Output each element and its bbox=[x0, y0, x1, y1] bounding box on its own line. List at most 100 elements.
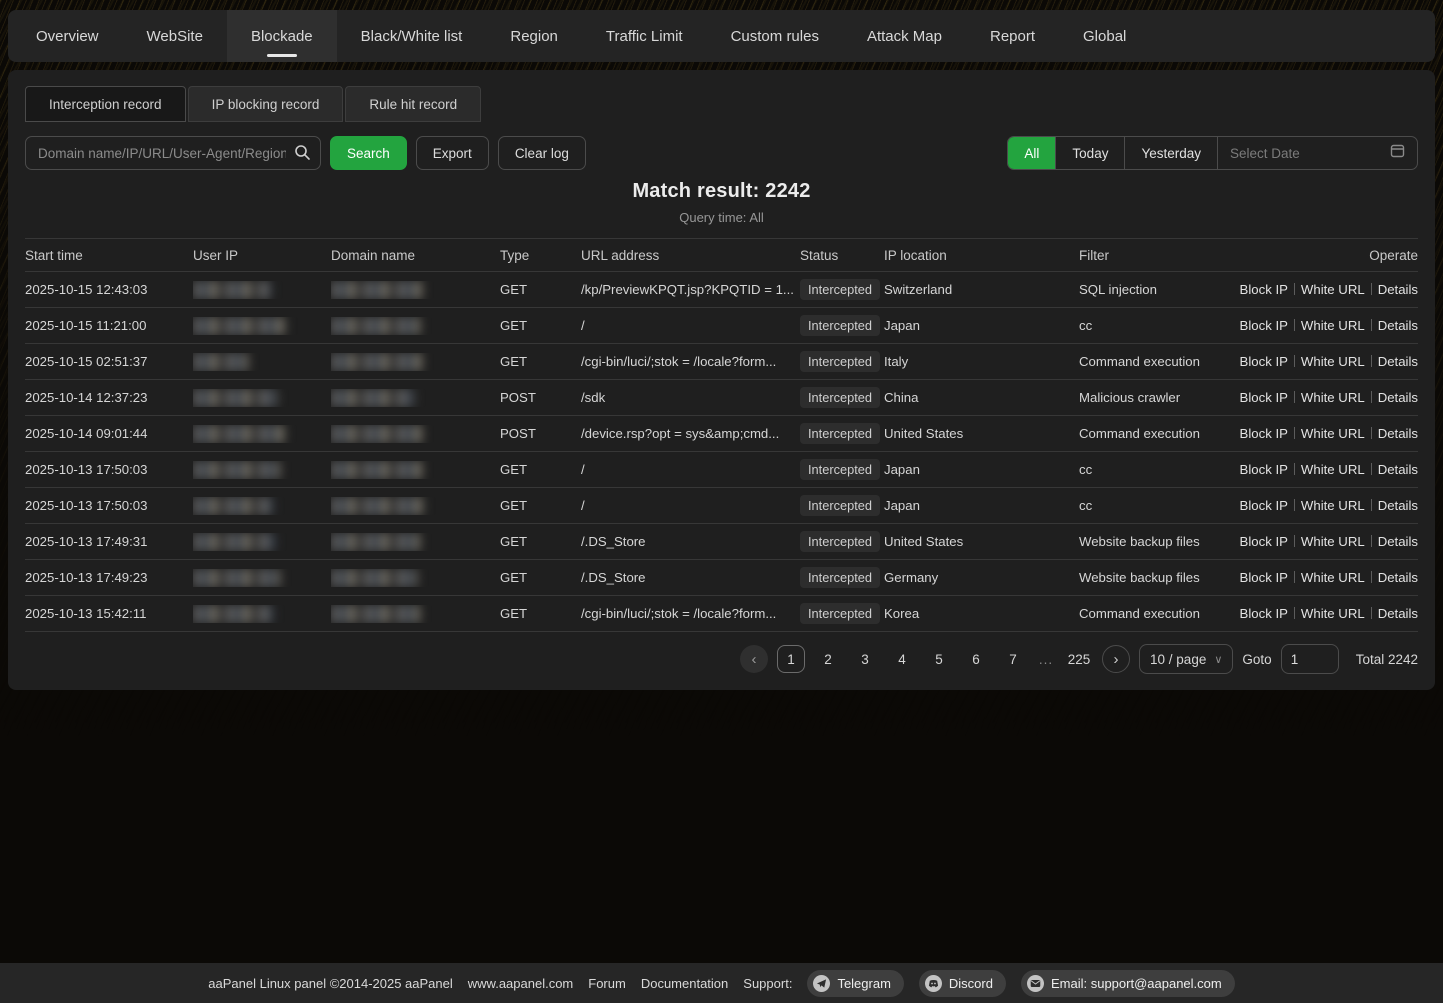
subtab-ip-blocking-record[interactable]: IP blocking record bbox=[188, 86, 344, 122]
block-ip-link[interactable]: Block IP bbox=[1240, 462, 1288, 477]
page-number-1[interactable]: 1 bbox=[777, 645, 805, 673]
cell-url-address: /device.rsp?opt = sys&amp;cmd... bbox=[581, 426, 800, 441]
cell-user-ip bbox=[193, 389, 331, 407]
nav-tab-black-white-list[interactable]: Black/White list bbox=[337, 10, 487, 62]
search-button[interactable]: Search bbox=[330, 136, 407, 170]
white-url-link[interactable]: White URL bbox=[1301, 390, 1365, 405]
cell-ip-location: China bbox=[884, 390, 1079, 405]
support-pill-telegram[interactable]: Telegram bbox=[807, 970, 903, 997]
page-number-4[interactable]: 4 bbox=[888, 645, 916, 673]
cell-start-time: 2025-10-13 17:49:23 bbox=[25, 570, 193, 585]
nav-tab-global[interactable]: Global bbox=[1059, 10, 1150, 62]
redacted-user-ip bbox=[193, 281, 271, 299]
query-time: Query time: All bbox=[25, 210, 1418, 225]
redacted-domain-name bbox=[331, 353, 422, 371]
block-ip-link[interactable]: Block IP bbox=[1240, 606, 1288, 621]
date-filter-group: All Today Yesterday Select Date bbox=[1007, 136, 1418, 170]
cell-user-ip bbox=[193, 569, 331, 587]
cell-filter: Command execution bbox=[1079, 426, 1234, 441]
details-link[interactable]: Details bbox=[1378, 498, 1418, 513]
details-link[interactable]: Details bbox=[1378, 606, 1418, 621]
block-ip-link[interactable]: Block IP bbox=[1240, 354, 1288, 369]
white-url-link[interactable]: White URL bbox=[1301, 534, 1365, 549]
export-button[interactable]: Export bbox=[416, 136, 489, 170]
white-url-link[interactable]: White URL bbox=[1301, 606, 1365, 621]
block-ip-link[interactable]: Block IP bbox=[1240, 318, 1288, 333]
footer-link-documentation[interactable]: Documentation bbox=[641, 976, 728, 991]
search-wrap bbox=[25, 136, 321, 170]
date-picker[interactable]: Select Date bbox=[1217, 137, 1417, 169]
cell-ip-location: United States bbox=[884, 426, 1079, 441]
redacted-domain-name bbox=[331, 317, 420, 335]
page-number-6[interactable]: 6 bbox=[962, 645, 990, 673]
cell-url-address: / bbox=[581, 318, 800, 333]
goto-page-input[interactable] bbox=[1281, 644, 1339, 674]
details-link[interactable]: Details bbox=[1378, 426, 1418, 441]
cell-filter: Website backup files bbox=[1079, 570, 1234, 585]
date-filter-all[interactable]: All bbox=[1008, 137, 1055, 169]
cell-domain-name bbox=[331, 497, 500, 515]
page-ellipsis[interactable]: ... bbox=[1036, 652, 1056, 667]
footer-link-forum[interactable]: Forum bbox=[588, 976, 626, 991]
white-url-link[interactable]: White URL bbox=[1301, 462, 1365, 477]
white-url-link[interactable]: White URL bbox=[1301, 282, 1365, 297]
nav-tab-blockade[interactable]: Blockade bbox=[227, 10, 337, 62]
nav-tab-overview[interactable]: Overview bbox=[12, 10, 123, 62]
redacted-domain-name bbox=[331, 281, 422, 299]
date-filter-yesterday[interactable]: Yesterday bbox=[1124, 137, 1217, 169]
white-url-link[interactable]: White URL bbox=[1301, 570, 1365, 585]
operate-separator bbox=[1371, 607, 1372, 619]
white-url-link[interactable]: White URL bbox=[1301, 426, 1365, 441]
cell-operate: Block IP White URL Details bbox=[1234, 390, 1418, 405]
block-ip-link[interactable]: Block IP bbox=[1240, 534, 1288, 549]
prev-page-button[interactable]: ‹ bbox=[740, 645, 768, 673]
block-ip-link[interactable]: Block IP bbox=[1240, 570, 1288, 585]
page-number-3[interactable]: 3 bbox=[851, 645, 879, 673]
search-icon[interactable] bbox=[294, 144, 311, 166]
support-pill-discord[interactable]: Discord bbox=[919, 970, 1006, 997]
nav-tab-region[interactable]: Region bbox=[486, 10, 582, 62]
redacted-domain-name bbox=[331, 461, 422, 479]
nav-tab-website[interactable]: WebSite bbox=[123, 10, 227, 62]
cell-operate: Block IP White URL Details bbox=[1234, 534, 1418, 549]
block-ip-link[interactable]: Block IP bbox=[1240, 498, 1288, 513]
cell-status: Intercepted bbox=[800, 567, 884, 588]
operate-separator bbox=[1294, 319, 1295, 331]
nav-tab-custom-rules[interactable]: Custom rules bbox=[707, 10, 843, 62]
cell-status: Intercepted bbox=[800, 387, 884, 408]
page-number-2[interactable]: 2 bbox=[814, 645, 842, 673]
page-size-value: 10 / page bbox=[1150, 652, 1206, 667]
white-url-link[interactable]: White URL bbox=[1301, 318, 1365, 333]
nav-tab-attack-map[interactable]: Attack Map bbox=[843, 10, 966, 62]
details-link[interactable]: Details bbox=[1378, 282, 1418, 297]
clear-log-button[interactable]: Clear log bbox=[498, 136, 586, 170]
block-ip-link[interactable]: Block IP bbox=[1240, 390, 1288, 405]
calendar-icon bbox=[1390, 143, 1405, 163]
column-header-domain-name: Domain name bbox=[331, 248, 500, 263]
page-number-5[interactable]: 5 bbox=[925, 645, 953, 673]
date-filter-today[interactable]: Today bbox=[1055, 137, 1124, 169]
nav-tab-report[interactable]: Report bbox=[966, 10, 1059, 62]
page-size-select[interactable]: 10 / page∨ bbox=[1139, 644, 1233, 674]
details-link[interactable]: Details bbox=[1378, 390, 1418, 405]
cell-start-time: 2025-10-15 12:43:03 bbox=[25, 282, 193, 297]
details-link[interactable]: Details bbox=[1378, 318, 1418, 333]
footer-link-www-aapanel-com[interactable]: www.aapanel.com bbox=[468, 976, 574, 991]
cell-url-address: /cgi-bin/luci/;stok = /locale?form... bbox=[581, 354, 800, 369]
page-number-225[interactable]: 225 bbox=[1065, 645, 1093, 673]
support-pill-email[interactable]: Email: support@aapanel.com bbox=[1021, 970, 1235, 997]
block-ip-link[interactable]: Block IP bbox=[1240, 282, 1288, 297]
white-url-link[interactable]: White URL bbox=[1301, 354, 1365, 369]
details-link[interactable]: Details bbox=[1378, 462, 1418, 477]
nav-tab-traffic-limit[interactable]: Traffic Limit bbox=[582, 10, 707, 62]
subtab-interception-record[interactable]: Interception record bbox=[25, 86, 186, 122]
white-url-link[interactable]: White URL bbox=[1301, 498, 1365, 513]
block-ip-link[interactable]: Block IP bbox=[1240, 426, 1288, 441]
details-link[interactable]: Details bbox=[1378, 534, 1418, 549]
details-link[interactable]: Details bbox=[1378, 570, 1418, 585]
search-input[interactable] bbox=[25, 136, 321, 170]
next-page-button[interactable]: › bbox=[1102, 645, 1130, 673]
subtab-rule-hit-record[interactable]: Rule hit record bbox=[345, 86, 481, 122]
details-link[interactable]: Details bbox=[1378, 354, 1418, 369]
page-number-7[interactable]: 7 bbox=[999, 645, 1027, 673]
